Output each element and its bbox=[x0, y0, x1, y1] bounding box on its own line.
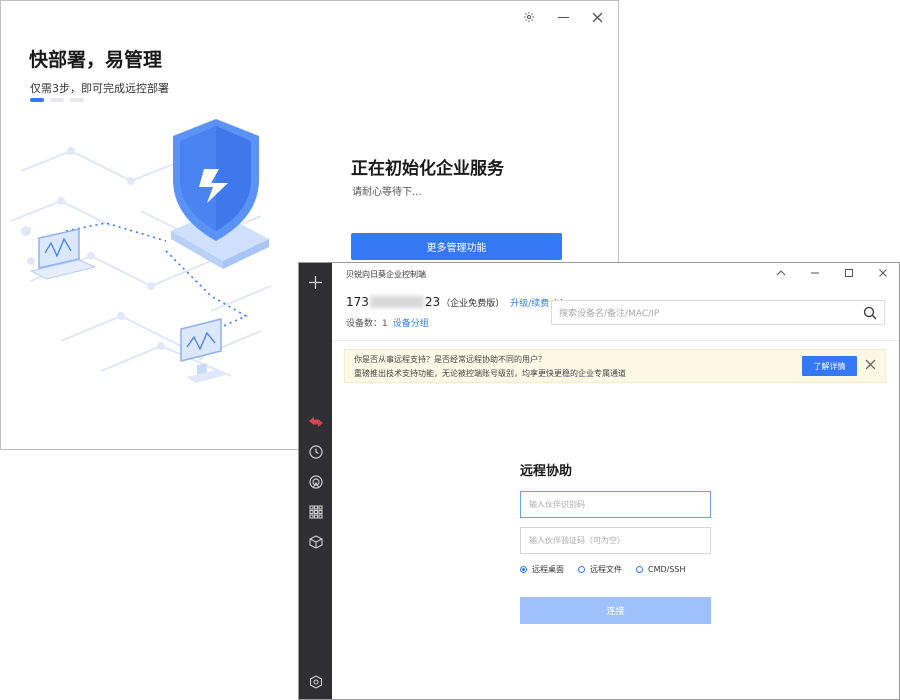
shield-network-illustration bbox=[10, 119, 272, 383]
console-window: 贝锐向日葵企业控制端 173 23 （企业免费版） 升级/续费 设备数：1 设备… bbox=[298, 262, 900, 700]
init-subtitle: 请耐心等待下... bbox=[352, 187, 422, 198]
step-dot-2 bbox=[50, 98, 64, 102]
device-group-link[interactable]: 设备分组 bbox=[393, 319, 429, 329]
remote-assist-title: 远程协助 bbox=[520, 464, 573, 479]
radio-remote-file[interactable]: 远程文件 bbox=[578, 564, 622, 575]
notice-close-icon[interactable] bbox=[863, 357, 877, 371]
radio-dot bbox=[578, 566, 585, 573]
init-title: 正在初始化企业服务 bbox=[351, 159, 504, 179]
cube-icon[interactable] bbox=[299, 531, 332, 553]
upgrade-link[interactable]: 升级/续费 bbox=[510, 296, 549, 309]
partner-code-input[interactable]: 输入伙伴识别码 bbox=[520, 491, 711, 518]
close-icon[interactable] bbox=[877, 267, 889, 279]
notice-line-2: 重磅推出技术支持功能，无论被控端账号级别，均享更快更稳的企业专属通道 bbox=[354, 369, 626, 378]
radio-label: 远程桌面 bbox=[532, 565, 564, 574]
settings-gear-icon[interactable] bbox=[522, 10, 536, 24]
search-input[interactable]: 搜索设备名/备注/MAC/IP bbox=[551, 300, 885, 325]
broadcast-icon[interactable] bbox=[299, 471, 332, 493]
clock-icon[interactable] bbox=[299, 441, 332, 463]
step-indicator bbox=[30, 98, 84, 102]
account-prefix: 173 bbox=[346, 295, 369, 309]
connection-mode-group: 远程桌面 远程文件 CMD/SSH bbox=[520, 564, 686, 575]
device-count-label: 设备数： bbox=[346, 319, 383, 329]
step-dot-3 bbox=[70, 98, 84, 102]
remote-control-icon[interactable] bbox=[299, 411, 332, 433]
radio-dot bbox=[520, 566, 527, 573]
search-icon[interactable] bbox=[863, 306, 877, 320]
account-suffix: 23 bbox=[424, 295, 441, 309]
add-icon[interactable] bbox=[299, 271, 332, 293]
connect-button[interactable]: 连接 bbox=[520, 597, 711, 624]
step-dot-1 bbox=[30, 98, 44, 102]
partner-code-placeholder: 输入伙伴识别码 bbox=[529, 500, 585, 509]
account-edition: （企业免费版） bbox=[441, 298, 505, 309]
verify-code-placeholder: 输入伙伴验证码（可为空） bbox=[529, 536, 625, 545]
minimize-icon[interactable] bbox=[809, 267, 821, 279]
close-icon[interactable] bbox=[590, 10, 604, 24]
console-main: 贝锐向日葵企业控制端 173 23 （企业免费版） 升级/续费 设备数：1 设备… bbox=[332, 263, 899, 699]
account-info: 173 23 （企业免费版） 升级/续费 bbox=[346, 295, 563, 309]
console-titlebar: 贝锐向日葵企业控制端 bbox=[332, 263, 899, 285]
sidebar bbox=[299, 263, 332, 699]
maximize-icon[interactable] bbox=[843, 267, 855, 279]
grid-apps-icon[interactable] bbox=[299, 501, 332, 523]
onboarding-headline: 快部署，易管理 bbox=[29, 49, 163, 71]
minimize-icon[interactable] bbox=[556, 10, 570, 24]
notice-line-1: 你是否从事远程支持？是否经常远程协助不同的用户？ bbox=[354, 355, 546, 364]
settings-hex-icon[interactable] bbox=[299, 671, 332, 693]
radio-label: CMD/SSH bbox=[648, 565, 686, 574]
radio-cmd-ssh[interactable]: CMD/SSH bbox=[636, 564, 686, 575]
radio-label: 远程文件 bbox=[590, 565, 622, 574]
promo-notice: 你是否从事远程支持？是否经常远程协助不同的用户？ 重磅推出技术支持功能，无论被控… bbox=[344, 349, 886, 383]
header-divider bbox=[332, 340, 899, 341]
learn-more-button[interactable]: 了解详情 bbox=[802, 356, 857, 376]
onboarding-steps-text: 仅需3步，即可完成远控部署 bbox=[30, 82, 169, 95]
radio-dot bbox=[636, 566, 643, 573]
device-count-value: 1 bbox=[382, 319, 388, 329]
verify-code-input[interactable]: 输入伙伴验证码（可为空） bbox=[520, 527, 711, 554]
device-count: 设备数：1 设备分组 bbox=[346, 316, 429, 329]
console-window-controls bbox=[775, 267, 889, 279]
more-features-button[interactable]: 更多管理功能 bbox=[351, 233, 562, 260]
search-placeholder: 搜索设备名/备注/MAC/IP bbox=[559, 309, 660, 319]
app-title: 贝锐向日葵企业控制端 bbox=[346, 270, 426, 279]
radio-remote-desktop[interactable]: 远程桌面 bbox=[520, 564, 564, 575]
collapse-up-icon[interactable] bbox=[775, 267, 787, 279]
account-masked bbox=[369, 296, 424, 308]
window-controls bbox=[522, 10, 604, 24]
